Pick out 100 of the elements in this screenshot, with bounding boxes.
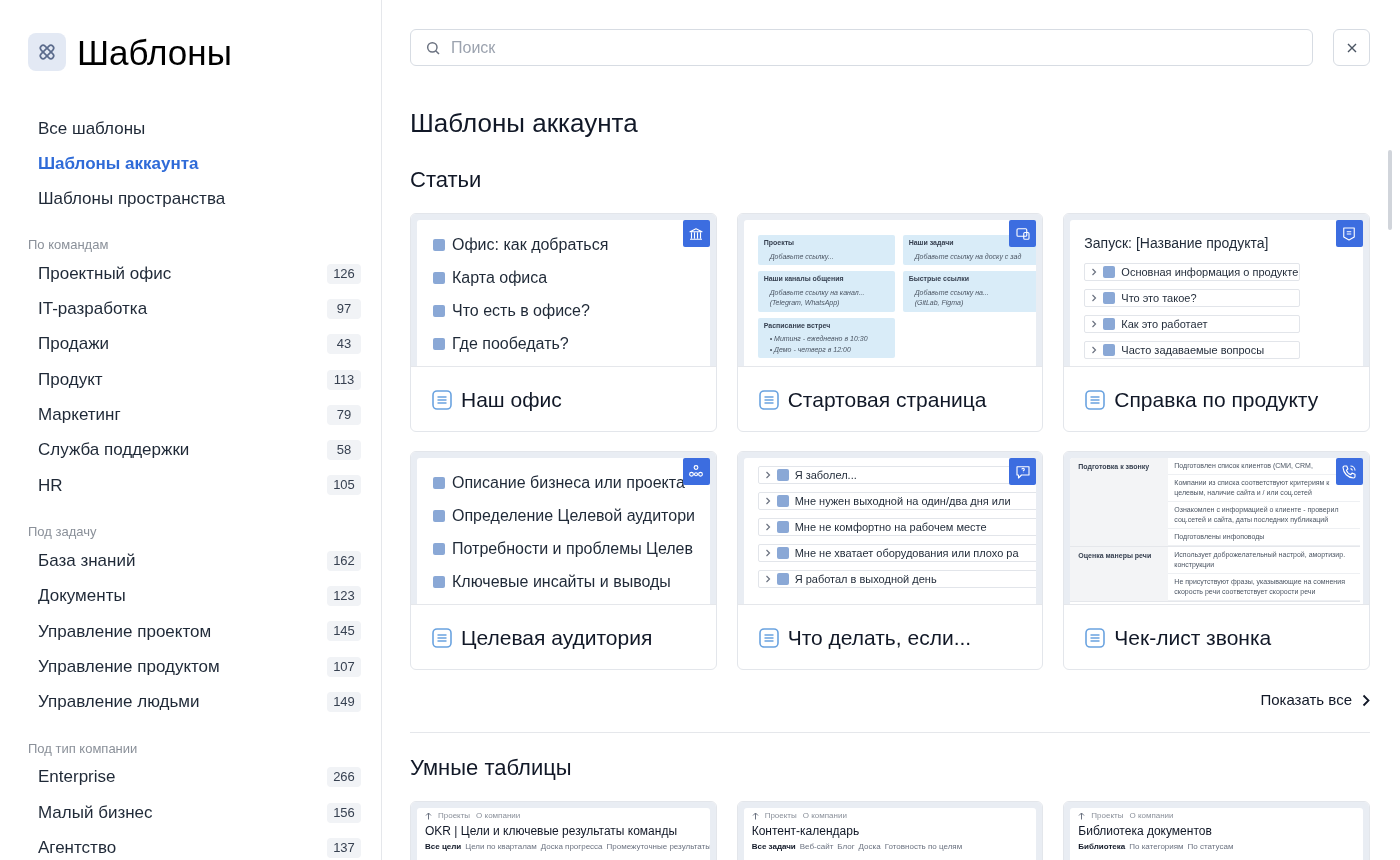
view-tab[interactable]: Готовность по целям — [884, 841, 963, 852]
sidebar-item[interactable]: Enterprise 266 — [28, 759, 361, 795]
sidebar-item[interactable]: Документы 123 — [28, 578, 361, 614]
view-tab[interactable]: По статусам — [1187, 841, 1234, 852]
nav-item[interactable]: Шаблоны аккаунта — [28, 146, 361, 181]
count-badge: 126 — [327, 263, 361, 284]
view-tab[interactable]: Все цели — [425, 841, 462, 852]
emoji-icon — [776, 573, 789, 585]
chevron-icon — [1091, 294, 1098, 302]
template-card[interactable]: Я заболел... Мне нужен выходной на один/два дня или Мне не комфортно на рабочем месте Мне не хватает оборудования или плохо ра Я работал в выходной день Что делать, если... — [736, 451, 1044, 670]
template-card[interactable]: Проекты О компании Библиотека документов Библиотека По категориям По статусам — [1063, 800, 1370, 860]
preview-line: Что есть в офисе? — [452, 300, 590, 321]
sidebar-item[interactable]: База знаний 162 — [28, 543, 361, 579]
sidebar-item[interactable]: Проектный офис 126 — [28, 256, 361, 292]
count-badge: 79 — [327, 404, 361, 425]
view-tab[interactable]: Веб-сайт — [799, 841, 834, 852]
template-card[interactable] — [1063, 451, 1370, 670]
toggle-text: Я заболел... — [794, 467, 857, 483]
view-tab[interactable]: Промежуточные результаты — [606, 841, 710, 852]
section-title: Умные таблицы — [410, 756, 573, 779]
breadcrumb-link[interactable]: Проекты — [764, 810, 797, 821]
view-tab[interactable]: По категориям — [1129, 841, 1184, 852]
template-card[interactable]: Описание бизнеса или проекта Определение Целевой аудитори Потребности и проблемы Целев Ключевые инсайты и выводы Целевая аудитория — [410, 451, 717, 670]
chevron-icon — [764, 575, 771, 583]
emoji-icon — [1103, 318, 1116, 330]
chevron-right-icon — [1362, 693, 1370, 707]
count-badge: 266 — [327, 767, 361, 788]
preview-line: Ключевые инсайты и выводы — [452, 571, 671, 592]
breadcrumb-link[interactable]: О компании — [1129, 810, 1174, 821]
sidebar-item[interactable]: Агентство 137 — [28, 830, 361, 860]
view-tab[interactable]: Доска — [858, 841, 881, 852]
breadcrumb-link[interactable]: Проекты — [1091, 810, 1124, 821]
breadcrumb-link[interactable]: Проекты — [438, 810, 471, 821]
template-card[interactable]: Проекты О компании OKR | Цели и ключевые результаты команды Все цели Цели по кварталам Доска прогресса Промежуточные результаты — [410, 800, 717, 860]
chevron-icon — [1091, 346, 1098, 354]
chevron-icon — [1091, 268, 1098, 276]
view-tab[interactable]: Все задачи — [751, 841, 796, 852]
nav-item[interactable]: Все шаблоны — [28, 111, 361, 146]
preview-line: Офис: как добраться — [452, 234, 609, 255]
preview-heading: Запуск: [Название продукта] — [1084, 234, 1270, 253]
emoji-icon — [433, 509, 445, 522]
group-heading: Под задачу — [28, 523, 98, 542]
sidebar-item[interactable]: Управление людьми 149 — [28, 684, 361, 720]
emoji-icon — [1103, 292, 1116, 304]
sidebar-item[interactable]: Продажи 43 — [28, 326, 361, 362]
sidebar-item[interactable]: Управление продуктом 107 — [28, 648, 361, 685]
count-badge: 58 — [327, 440, 361, 461]
count-badge: 149 — [327, 691, 361, 712]
template-card[interactable] — [736, 213, 1044, 432]
template-icon — [1009, 458, 1037, 485]
sidebar-item[interactable]: Продукт 113 — [28, 361, 361, 398]
sidebar-item[interactable]: HR 105 — [28, 467, 361, 504]
chevron-icon — [764, 523, 771, 531]
view-tab[interactable]: Доска прогресса — [540, 841, 603, 852]
template-card[interactable]: Запуск: [Название продукта] Основная информация о продукте Что это такое? Как это работает Часто задаваемые вопросы Справка по продукту — [1063, 213, 1370, 432]
search-field[interactable]: Поиск — [410, 29, 1313, 66]
emoji-icon — [433, 575, 445, 588]
nav-item[interactable]: Шаблоны пространства — [28, 181, 361, 216]
sidebar-item[interactable]: Служба поддержки 58 — [28, 432, 361, 468]
scrollbar[interactable] — [1388, 150, 1392, 230]
emoji-icon — [776, 521, 789, 533]
chevron-icon — [764, 497, 771, 505]
sidebar-item[interactable]: Маркетинг 79 — [28, 397, 361, 433]
search-icon — [425, 39, 441, 56]
preview-line: Определение Целевой аудитори — [452, 505, 695, 526]
preview-line: Карта офиса — [452, 267, 548, 288]
search-input[interactable]: Поиск — [451, 35, 1298, 60]
show-all-link[interactable]: Показать все — [1260, 689, 1370, 712]
toggle-text: Основная информация о продукте — [1121, 264, 1299, 280]
template-icon — [1336, 458, 1363, 485]
template-card[interactable]: Офис: как добраться Карта офиса Что есть в офисе? Где пообедать? Наш офис — [410, 213, 717, 432]
page-heading: Шаблоны аккаунта — [410, 110, 639, 136]
view-tab[interactable]: Библиотека — [1078, 841, 1126, 852]
emoji-icon — [433, 337, 445, 350]
sidebar-title: Шаблоны — [77, 34, 232, 70]
breadcrumb-link[interactable]: О компании — [802, 810, 847, 821]
template-icon — [1009, 220, 1037, 247]
preview-line: Где пообедать? — [452, 333, 569, 354]
count-badge: 105 — [327, 475, 361, 496]
chevron-icon — [764, 549, 771, 557]
document-icon — [431, 388, 453, 411]
template-icon — [682, 220, 710, 247]
group-heading: Под тип компании — [28, 739, 139, 758]
sidebar-item[interactable]: Малый бизнес 156 — [28, 794, 361, 831]
sidebar-item[interactable]: Управление проектом 145 — [28, 613, 361, 649]
count-badge: 113 — [327, 369, 361, 390]
emoji-icon — [433, 304, 445, 317]
template-card[interactable]: Проекты О компании Контент-календарь Все задачи Веб-сайт Блог Доска Готовность по целям — [736, 800, 1044, 860]
count-badge: 137 — [327, 837, 361, 858]
view-tab[interactable]: Цели по кварталам — [465, 841, 537, 852]
count-badge: 107 — [327, 656, 361, 677]
view-tab[interactable]: Блог — [837, 841, 855, 852]
document-icon — [1084, 626, 1107, 649]
document-icon — [757, 388, 780, 411]
preview-line: Потребности и проблемы Целев — [452, 538, 693, 559]
sidebar-item[interactable]: IT-разработка 97 — [28, 291, 361, 327]
card-title: Наш офис — [461, 386, 562, 413]
breadcrumb-link[interactable]: О компании — [476, 810, 521, 821]
card-title: Целевая аудитория — [461, 624, 653, 651]
up-arrow-icon — [751, 811, 759, 820]
